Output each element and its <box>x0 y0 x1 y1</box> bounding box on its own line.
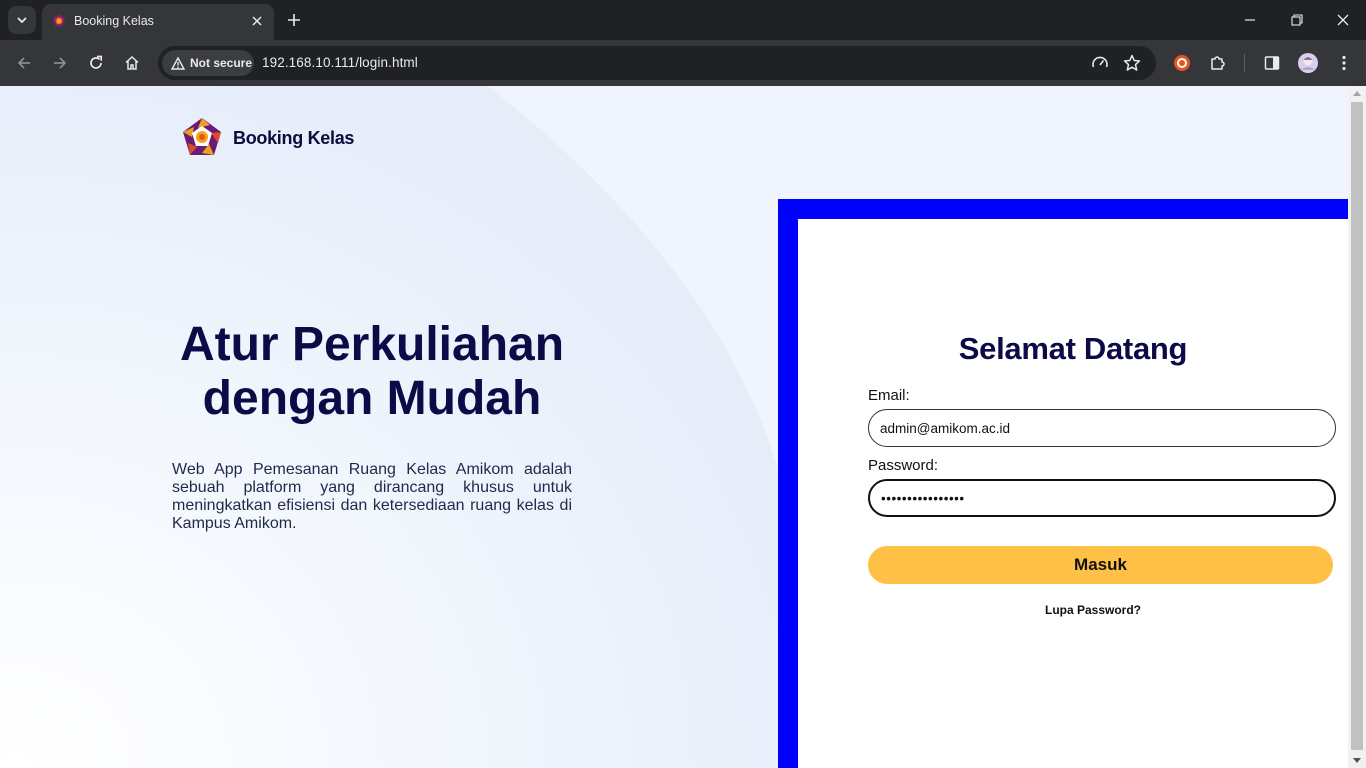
star-icon <box>1123 54 1141 71</box>
app-favicon <box>53 14 65 26</box>
browser-tabstrip: Booking Kelas <box>0 0 1366 40</box>
close-icon <box>1337 14 1349 26</box>
site-info-chip[interactable]: Not secure <box>162 50 254 76</box>
hero-panel: Booking Kelas Atur Perkuliahan dengan Mu… <box>0 86 780 768</box>
tab-close-button[interactable] <box>248 12 266 30</box>
home-button[interactable] <box>120 51 144 75</box>
url-text[interactable]: 192.168.10.111/login.html <box>262 55 418 70</box>
address-bar[interactable]: Not secure 192.168.10.111/login.html <box>158 46 1156 80</box>
browser-menu-button[interactable] <box>1332 51 1356 75</box>
minimize-button[interactable] <box>1238 8 1262 32</box>
hero-title-line-2: dengan Mudah <box>202 372 542 425</box>
sidebar-icon <box>1264 56 1280 70</box>
tab-search-button[interactable] <box>8 6 36 34</box>
restore-icon <box>1291 14 1303 26</box>
back-button[interactable] <box>12 51 36 75</box>
close-icon <box>252 16 262 26</box>
email-label: Email: <box>868 387 910 404</box>
forgot-password-link[interactable]: Lupa Password? <box>798 603 1366 617</box>
login-button[interactable]: Masuk <box>868 546 1333 584</box>
login-card: Selamat Datang Email: Password: Masuk Lu… <box>798 219 1348 768</box>
extension-shield-icon <box>1174 55 1190 71</box>
tab-title: Booking Kelas <box>74 14 154 28</box>
profile-button[interactable] <box>1296 51 1320 75</box>
forward-arrow-icon <box>54 57 67 69</box>
home-icon <box>125 55 139 70</box>
chevron-down-icon <box>17 17 27 24</box>
plus-icon <box>288 14 300 26</box>
vertical-scrollbar[interactable] <box>1348 86 1366 768</box>
hero-title-line-1: Atur Perkuliahan <box>179 318 565 371</box>
scroll-up-arrow[interactable] <box>1353 91 1361 96</box>
password-field[interactable] <box>868 479 1336 517</box>
window-close-button[interactable] <box>1331 8 1355 32</box>
hero-title: Atur Perkuliahan dengan Mudah <box>160 318 584 426</box>
extension-button[interactable] <box>1170 51 1194 75</box>
restore-button[interactable] <box>1285 8 1309 32</box>
active-tab[interactable]: Booking Kelas <box>42 4 274 40</box>
warning-icon <box>171 56 185 70</box>
toolbar-separator <box>1244 54 1245 72</box>
performance-button[interactable] <box>1088 51 1112 75</box>
brand-name: Booking Kelas <box>233 127 355 148</box>
minimize-icon <box>1245 19 1255 21</box>
performance-icon <box>1092 56 1108 68</box>
scroll-down-arrow[interactable] <box>1353 758 1361 763</box>
forward-button[interactable] <box>48 51 72 75</box>
hero-background-shape <box>0 86 780 768</box>
email-field[interactable] <box>868 409 1336 447</box>
back-arrow-icon <box>17 57 30 69</box>
brand[interactable]: Booking Kelas <box>180 116 354 160</box>
browser-toolbar: Not secure 192.168.10.111/login.html <box>0 40 1366 86</box>
login-heading: Selamat Datang <box>958 331 1188 366</box>
extensions-menu-button[interactable] <box>1206 51 1230 75</box>
amikom-logo <box>183 118 221 155</box>
security-label: Not secure <box>190 56 253 70</box>
password-label: Password: <box>868 457 939 474</box>
side-panel-button[interactable] <box>1260 51 1284 75</box>
profile-avatar <box>1298 53 1318 73</box>
reload-icon <box>90 55 103 69</box>
new-tab-button[interactable] <box>283 9 305 31</box>
reload-button[interactable] <box>84 51 108 75</box>
login-frame: Selamat Datang Email: Password: Masuk Lu… <box>778 199 1348 768</box>
bookmark-button[interactable] <box>1120 51 1144 75</box>
hero-description: Web App Pemesanan Ruang Kelas Amikom ada… <box>172 461 572 532</box>
page-viewport: Booking Kelas Atur Perkuliahan dengan Mu… <box>0 86 1366 768</box>
puzzle-icon <box>1211 56 1225 70</box>
kebab-menu-icon <box>1342 55 1346 71</box>
scrollbar-thumb[interactable] <box>1351 102 1363 750</box>
